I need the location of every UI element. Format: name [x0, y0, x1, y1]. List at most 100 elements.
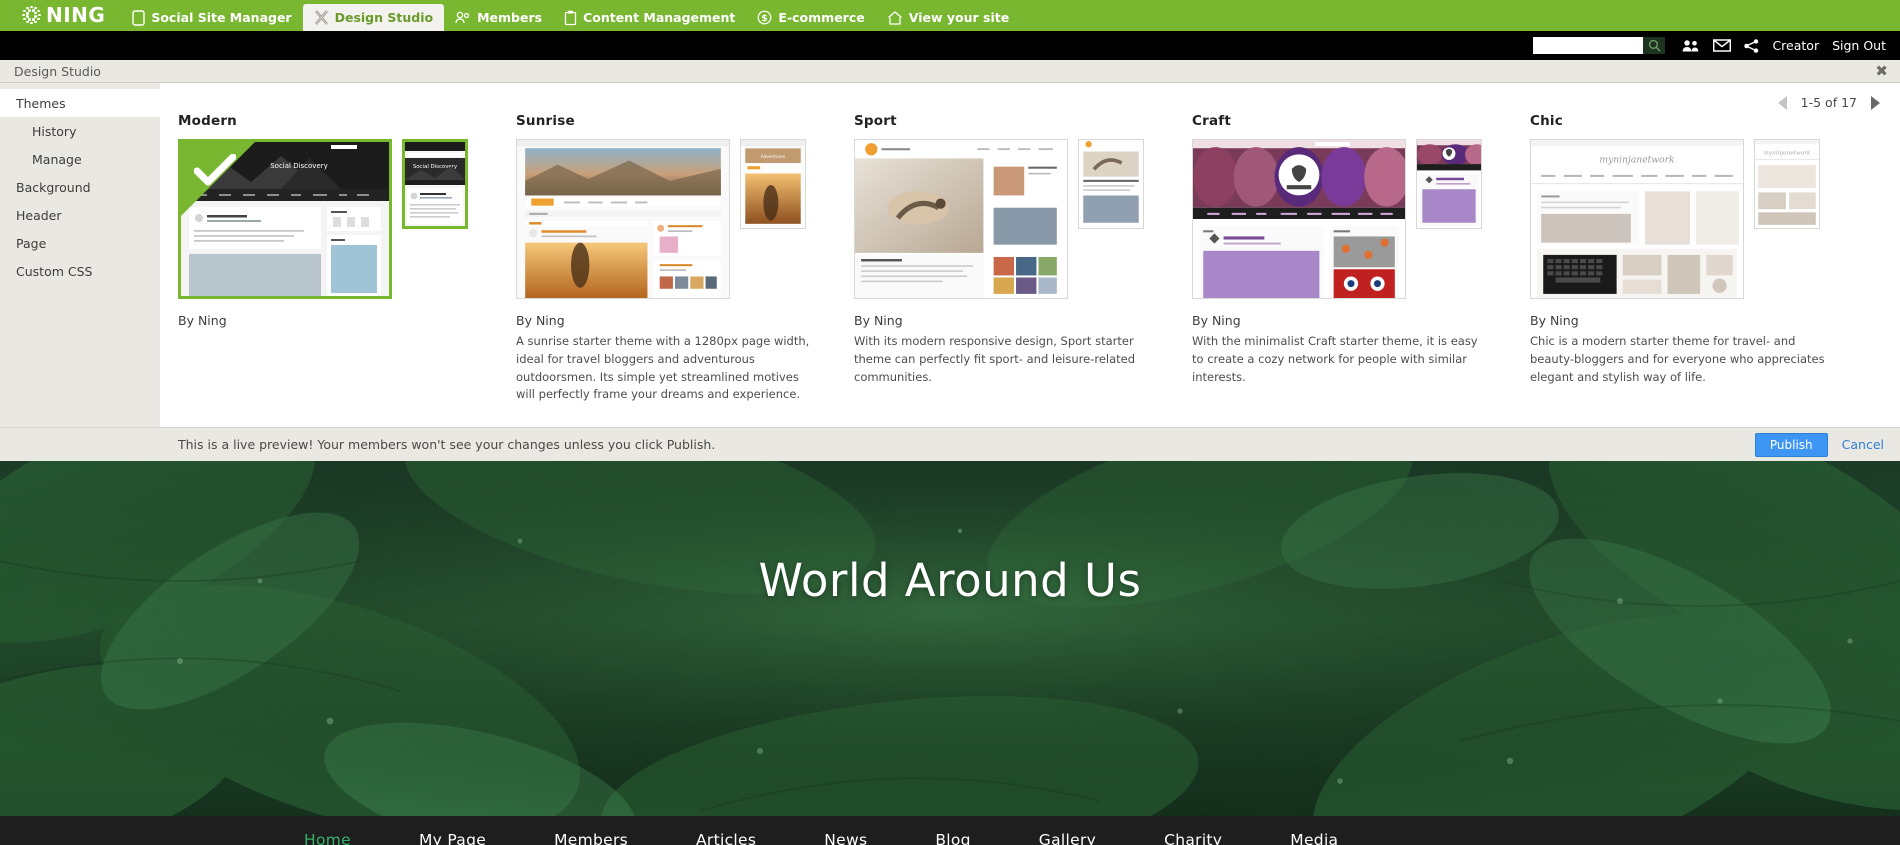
theme-thumbnails — [1192, 139, 1526, 299]
theme-preview-image — [1193, 140, 1405, 298]
live-preview-note: This is a live preview! Your members won… — [178, 437, 716, 452]
publish-actions: Publish Cancel — [1754, 432, 1884, 457]
theme-description: A sunrise starter theme with a 1280px pa… — [516, 334, 810, 402]
theme-desktop-preview[interactable]: myninjanetwork — [1530, 139, 1744, 299]
theme-title: Chic — [1530, 113, 1563, 129]
theme-card-chic[interactable]: Chic myninjanetwork myninjanetwork By Ni… — [1530, 113, 1868, 404]
theme-thumbnails — [854, 139, 1188, 299]
cancel-button[interactable]: Cancel — [1842, 437, 1884, 452]
svg-text:Adventures: Adventures — [761, 154, 785, 159]
sidebar-item-label: Background — [16, 179, 91, 195]
mobile-icon — [132, 9, 146, 26]
svg-text:myninjanetwork: myninjanetwork — [1763, 151, 1811, 157]
hero-background-image — [0, 461, 1900, 816]
nav-item-view-your-site[interactable]: View your site — [876, 4, 1020, 31]
search-input[interactable] — [1533, 37, 1644, 54]
theme-card-craft[interactable]: Craft By Ning With the minimalist Craft … — [1192, 113, 1530, 404]
friends-icon — [1683, 40, 1699, 52]
themes-panel: 1-5 of 17 Modern Social Discovery Social… — [160, 83, 1900, 427]
nav-item-content-management[interactable]: Content Management — [553, 4, 746, 31]
theme-mobile-preview[interactable]: Social Discovery — [402, 139, 468, 229]
messages-button[interactable] — [1713, 39, 1732, 52]
sign-out-link[interactable]: Sign Out — [1832, 38, 1886, 53]
theme-preview-image-mobile — [1417, 140, 1481, 228]
sidebar-item-label: Header — [16, 207, 62, 223]
theme-author: By Ning — [1192, 313, 1241, 328]
design-studio-title: Design Studio — [14, 63, 101, 79]
site-nav-home[interactable]: Home — [270, 831, 385, 845]
sidebar-item-themes[interactable]: Themes — [0, 89, 160, 117]
site-nav-media[interactable]: Media — [1256, 831, 1372, 845]
close-icon[interactable]: ✖ — [1875, 63, 1888, 79]
nav-item-members[interactable]: Members — [444, 4, 553, 31]
publish-button[interactable]: Publish — [1754, 432, 1828, 457]
site-nav-my-page[interactable]: My Page — [385, 831, 520, 845]
nav-item-social-site-manager[interactable]: Social Site Manager — [121, 4, 302, 31]
theme-mobile-preview[interactable] — [1078, 139, 1144, 229]
theme-desktop-preview[interactable] — [516, 139, 730, 299]
nav-item-ecommerce[interactable]: $ E-commerce — [746, 4, 875, 31]
svg-text:$: $ — [762, 14, 768, 24]
theme-description: Chic is a modern starter theme for trave… — [1530, 334, 1825, 384]
sidebar-item-background[interactable]: Background — [0, 173, 160, 201]
nav-label: View your site — [908, 10, 1010, 25]
sidebar-item-label: History — [32, 123, 77, 139]
friends-button[interactable] — [1682, 39, 1700, 52]
theme-title: Sunrise — [516, 113, 575, 129]
sidebar-item-history[interactable]: History — [0, 117, 160, 145]
theme-card-modern[interactable]: Modern Social Discovery Social Discovery… — [178, 113, 516, 404]
sidebar-item-label: Manage — [32, 151, 82, 167]
theme-mobile-preview[interactable]: myninjanetwork — [1754, 139, 1820, 229]
theme-title: Modern — [178, 113, 237, 129]
clipboard-icon — [564, 10, 577, 25]
svg-text:Social Discovery: Social Discovery — [270, 162, 328, 170]
nav-label: E-commerce — [778, 10, 865, 25]
theme-mobile-preview[interactable] — [1416, 139, 1482, 229]
sidebar-item-custom-css[interactable]: Custom CSS — [0, 257, 160, 285]
theme-desktop-preview[interactable] — [1192, 139, 1406, 299]
theme-desktop-preview[interactable] — [854, 139, 1068, 299]
sidebar-item-manage[interactable]: Manage — [0, 145, 160, 173]
checkmark-icon — [194, 154, 236, 186]
members-icon — [455, 11, 470, 23]
next-page-button[interactable] — [1871, 95, 1880, 110]
theme-mobile-preview[interactable]: Adventures — [740, 139, 806, 229]
sidebar-item-page[interactable]: Page — [0, 229, 160, 257]
nav-item-design-studio[interactable]: Design Studio — [302, 4, 445, 31]
nav-label: Content Management — [583, 10, 736, 25]
pagination: 1-5 of 17 — [1777, 95, 1880, 110]
theme-preview-image-mobile — [1079, 140, 1143, 228]
creator-link[interactable]: Creator — [1772, 38, 1819, 53]
site-nav-gallery[interactable]: Gallery — [1005, 831, 1130, 845]
hero-banner: World Around Us — [0, 461, 1900, 816]
theme-preview-image-mobile: Adventures — [741, 140, 805, 228]
site-navigation-items: Home My Page Members Articles News Blog … — [0, 831, 1372, 845]
sidebar-item-label: Custom CSS — [16, 263, 93, 279]
site-nav-blog[interactable]: Blog — [901, 831, 1004, 845]
site-nav-news[interactable]: News — [790, 831, 901, 845]
search-button[interactable] — [1643, 37, 1666, 54]
theme-desktop-preview[interactable]: Social Discovery — [178, 139, 392, 299]
theme-thumbnails: Social Discovery Social Discovery — [178, 139, 512, 299]
site-nav-members[interactable]: Members — [520, 831, 662, 845]
theme-card-sport[interactable]: Sport By Ning With its modern responsive… — [854, 113, 1192, 404]
share-button[interactable] — [1744, 38, 1759, 53]
theme-preview-image: myninjanetwork — [1531, 140, 1743, 298]
site-preview: World Around Us Home My Page Members Art… — [0, 461, 1900, 845]
site-nav-articles[interactable]: Articles — [662, 831, 790, 845]
site-nav-charity[interactable]: Charity — [1130, 831, 1256, 845]
theme-author: By Ning — [516, 313, 565, 328]
sidebar-item-header[interactable]: Header — [0, 201, 160, 229]
theme-author: By Ning — [178, 313, 227, 328]
nav-label: Members — [477, 10, 543, 25]
ning-logo-text: NING — [46, 3, 106, 27]
design-studio-icon — [314, 10, 328, 25]
mail-icon — [1713, 39, 1732, 52]
theme-card-sunrise[interactable]: Sunrise Adventures By Ning A sunrise sta… — [516, 113, 854, 404]
search-box — [1533, 37, 1666, 54]
theme-title: Craft — [1192, 113, 1232, 129]
prev-page-button[interactable] — [1777, 95, 1787, 110]
theme-description: With the minimalist Craft starter theme,… — [1192, 334, 1478, 384]
search-icon — [1648, 39, 1661, 52]
ning-logo[interactable]: NING — [22, 3, 105, 31]
